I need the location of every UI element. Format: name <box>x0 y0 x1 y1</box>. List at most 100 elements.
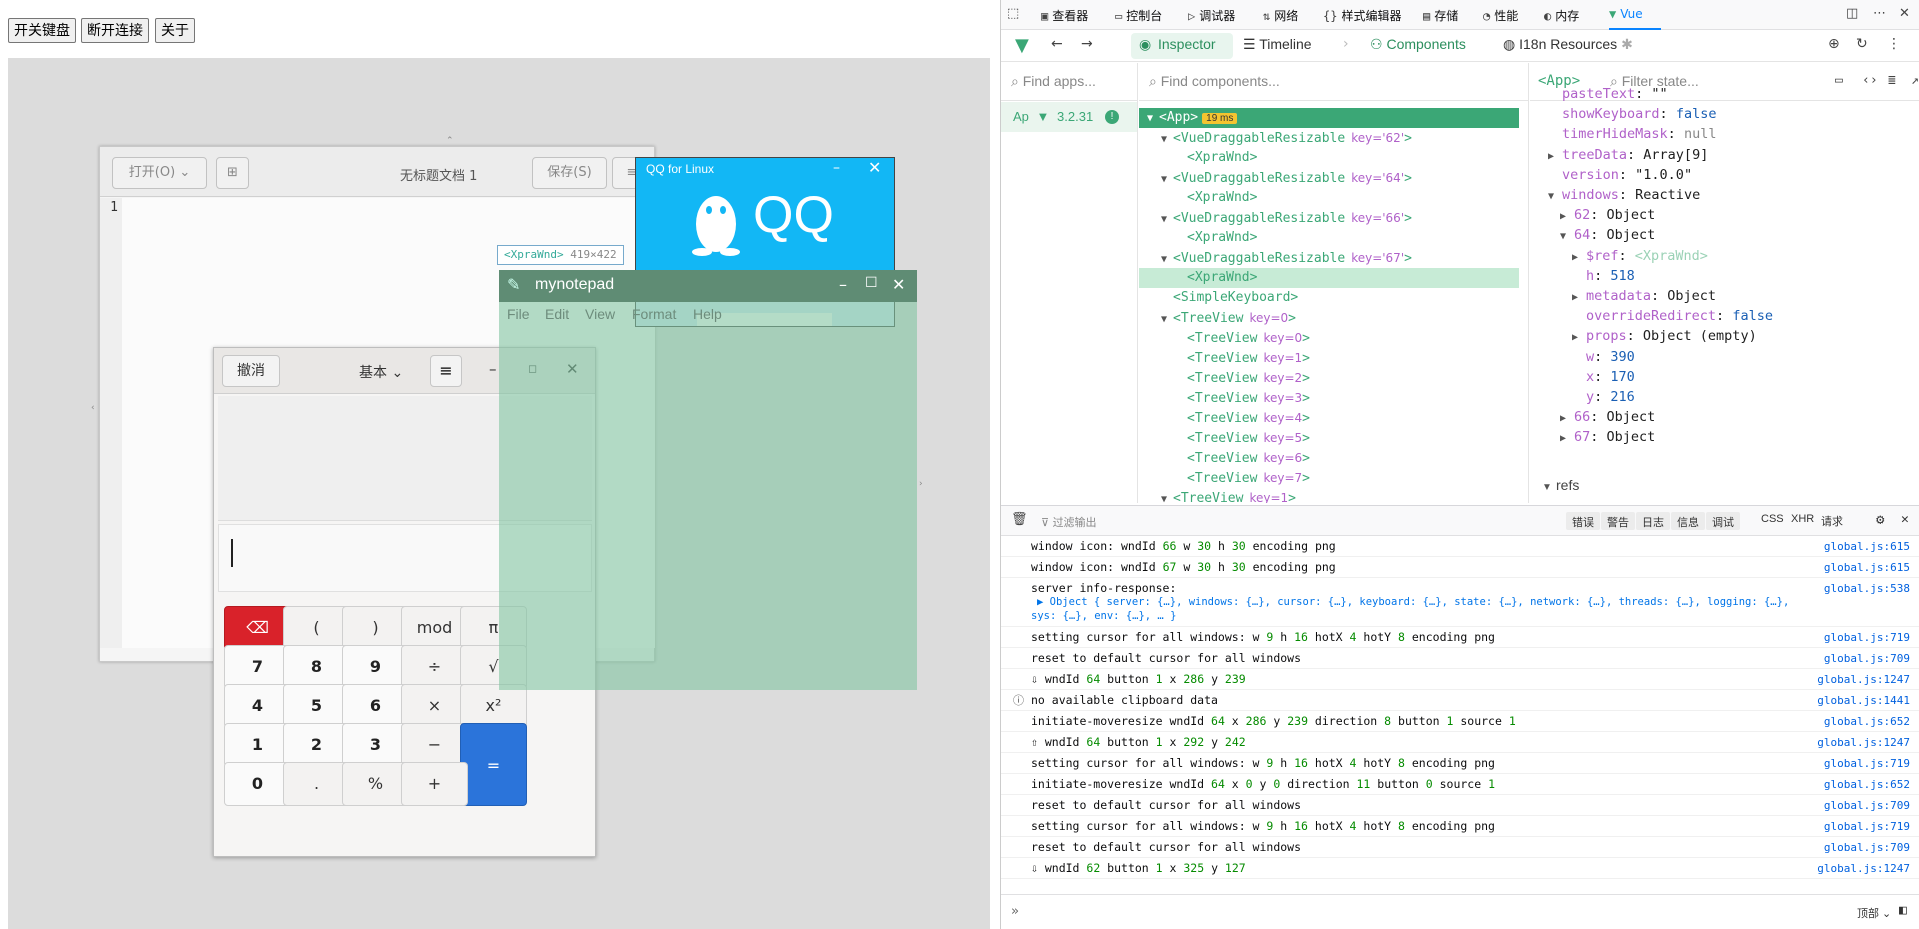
expand-arrow-icon[interactable]: ▼ <box>1161 130 1173 150</box>
app-list-item[interactable]: Ap ▼ 3.2.31 ! <box>1001 102 1137 132</box>
tree-node[interactable]: <TreeView key=3> <box>1139 388 1519 408</box>
source-link[interactable]: global.js:719 <box>1824 817 1910 836</box>
more-options-icon[interactable]: ⋯ <box>1873 6 1886 21</box>
source-link[interactable]: global.js:1247 <box>1817 733 1910 752</box>
key-5[interactable]: 5 <box>283 684 350 728</box>
about-button[interactable]: 关于 <box>155 18 195 43</box>
divide-key[interactable]: ÷ <box>401 645 468 689</box>
expand-arrow-icon[interactable]: ▼ <box>1147 109 1159 129</box>
expand-arrow-icon[interactable]: ▼ <box>1161 310 1173 330</box>
forward-arrow-icon[interactable]: → <box>1081 36 1093 52</box>
disconnect-button[interactable]: 断开连接 <box>81 18 149 43</box>
equals-key[interactable]: = <box>460 723 527 806</box>
refs-section[interactable]: ▼ refs <box>1542 475 1579 495</box>
tab-storage[interactable]: ▤ 存储 <box>1423 7 1458 24</box>
tree-node[interactable]: <TreeView key=2> <box>1139 368 1519 388</box>
plus-key[interactable]: + <box>401 762 468 806</box>
tree-node[interactable]: ▼ <App> 19 ms <box>1139 108 1519 128</box>
screenshot-icon[interactable]: ▭ <box>1835 73 1843 88</box>
close-icon[interactable]: ✕ <box>1899 6 1910 21</box>
new-tab-button[interactable]: ⊞ <box>216 157 249 189</box>
backspace-key[interactable]: ⌫ <box>224 606 291 650</box>
tree-node[interactable]: ▼ <TreeView key=1> <box>1139 488 1519 503</box>
tab-inspector[interactable]: ◉ Inspector <box>1131 33 1233 59</box>
undo-button[interactable]: 撤消 <box>222 355 280 387</box>
menu-help[interactable]: Help <box>693 306 722 322</box>
source-link[interactable]: global.js:615 <box>1824 558 1910 577</box>
filter-xhr[interactable]: XHR <box>1791 513 1814 525</box>
filter-errors[interactable]: 错误 <box>1566 512 1600 530</box>
minimize-icon[interactable]: – <box>833 160 840 176</box>
tree-node[interactable]: <XpraWnd> <box>1139 188 1519 208</box>
gear-icon[interactable]: ⚙ <box>1876 512 1884 528</box>
minus-key[interactable]: − <box>401 723 468 767</box>
state-property[interactable]: ▶ metadata: Object <box>1572 286 1716 306</box>
tree-node[interactable]: <TreeView key=0> <box>1139 328 1519 348</box>
tree-node[interactable]: <TreeView key=4> <box>1139 408 1519 428</box>
tab-i18n-resources[interactable]: ◍ I18n Resources ✱ <box>1503 36 1633 53</box>
expand-arrow-icon[interactable]: ▼ <box>1161 170 1173 190</box>
tab-inspector[interactable]: ▣ 查看器 <box>1041 7 1088 24</box>
expand-arrow-icon[interactable]: ▼ <box>1161 490 1173 503</box>
minimize-icon[interactable]: – <box>839 275 847 294</box>
state-property[interactable]: ▶ 67: Object <box>1560 427 1655 447</box>
state-property[interactable]: ▼ windows: Reactive <box>1548 185 1700 205</box>
filter-debug[interactable]: 调试 <box>1706 512 1740 530</box>
menu-format[interactable]: Format <box>632 306 676 322</box>
source-link[interactable]: global.js:1441 <box>1817 691 1910 710</box>
source-link[interactable]: global.js:538 <box>1824 579 1910 598</box>
expand-arrow-icon[interactable]: ▼ <box>1161 250 1173 270</box>
tree-node[interactable]: <SimpleKeyboard> <box>1139 288 1519 308</box>
tree-node[interactable]: <XpraWnd> <box>1139 268 1519 288</box>
tree-node[interactable]: ▼ <VueDraggableResizable key='64'> <box>1139 168 1519 188</box>
more-options-icon[interactable]: ⋮ <box>1887 36 1901 52</box>
source-link[interactable]: global.js:719 <box>1824 628 1910 647</box>
tree-node[interactable]: ▼ <TreeView key=0> <box>1139 308 1519 328</box>
dock-icon[interactable]: ◫ <box>1846 6 1858 21</box>
open-button[interactable]: 打开(O) ⌄ <box>112 157 207 189</box>
tree-node[interactable]: <XpraWnd> <box>1139 228 1519 248</box>
filter-logs[interactable]: 日志 <box>1636 512 1670 530</box>
split-icon[interactable]: ◧ <box>1899 903 1907 918</box>
decimal-key[interactable]: . <box>283 762 350 806</box>
tab-timeline[interactable]: ☰ Timeline <box>1243 36 1312 53</box>
mod-key[interactable]: mod <box>401 606 468 650</box>
state-property[interactable]: ▶ treeData: Array[9] <box>1548 145 1708 165</box>
filter-css[interactable]: CSS <box>1761 513 1784 525</box>
source-link[interactable]: global.js:1247 <box>1817 670 1910 689</box>
key-2[interactable]: 2 <box>283 723 350 767</box>
close-icon[interactable]: ✕ <box>892 275 905 294</box>
tab-memory[interactable]: ◐ 内存 <box>1544 7 1579 24</box>
tab-performance[interactable]: ◔ 性能 <box>1483 7 1518 24</box>
source-link[interactable]: global.js:709 <box>1824 649 1910 668</box>
key-4[interactable]: 4 <box>224 684 291 728</box>
menu-view[interactable]: View <box>585 306 615 322</box>
toggle-keyboard-button[interactable]: 开关键盘 <box>8 18 76 43</box>
refresh-icon[interactable]: ↻ <box>1856 36 1868 52</box>
calculator-menu-button[interactable]: ≡ <box>430 355 462 387</box>
source-link[interactable]: global.js:709 <box>1824 838 1910 857</box>
filter-info[interactable]: 信息 <box>1671 512 1705 530</box>
tree-node[interactable]: <XpraWnd> <box>1139 148 1519 168</box>
maximize-icon[interactable]: ☐ <box>865 275 878 291</box>
target-icon[interactable]: ⊕ <box>1828 36 1840 52</box>
list-icon[interactable]: ≣ <box>1888 73 1896 88</box>
source-link[interactable]: global.js:652 <box>1824 712 1910 731</box>
tree-node[interactable]: ▼ <VueDraggableResizable key='66'> <box>1139 208 1519 228</box>
close-icon[interactable]: ✕ <box>1901 512 1909 527</box>
apps-search[interactable]: ⌕ Find apps... <box>1001 63 1137 101</box>
tree-node[interactable]: <TreeView key=5> <box>1139 428 1519 448</box>
state-property[interactable]: ▼ 64: Object <box>1560 225 1655 245</box>
menu-file[interactable]: File <box>507 306 530 322</box>
resize-handle[interactable]: ⌃ <box>446 136 454 146</box>
state-property[interactable]: ▶ props: Object (empty) <box>1572 326 1757 346</box>
multiply-key[interactable]: × <box>401 684 468 728</box>
trash-icon[interactable]: 🗑 <box>1011 512 1028 527</box>
tab-console[interactable]: ▭ 控制台 <box>1115 7 1162 24</box>
percent-key[interactable]: % <box>342 762 409 806</box>
source-link[interactable]: global.js:1247 <box>1817 859 1910 878</box>
tree-node[interactable]: <TreeView key=7> <box>1139 468 1519 488</box>
source-link[interactable]: global.js:652 <box>1824 775 1910 794</box>
console-input[interactable]: » 顶部 ⌄ ◧ <box>1001 894 1919 929</box>
close-paren-key[interactable]: ) <box>342 606 409 650</box>
